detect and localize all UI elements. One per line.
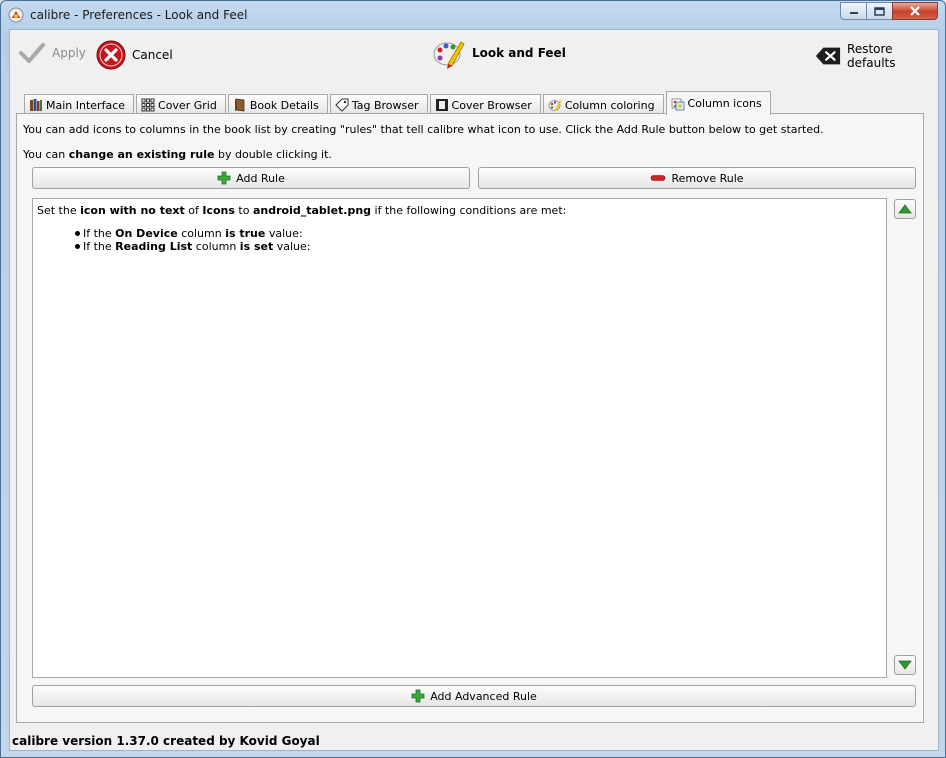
calibre-app-icon — [8, 7, 24, 23]
cover-icon — [435, 99, 448, 111]
condition-text: column — [192, 240, 240, 253]
arrow-down-icon — [898, 660, 912, 670]
cancel-label: Cancel — [132, 48, 173, 62]
edit-hint-bold: change an existing rule — [68, 148, 215, 161]
restore-defaults-label: Restore defaults — [847, 42, 896, 70]
maximize-icon — [874, 6, 885, 16]
tab-bar: Main Interface Cover Grid Book Details T… — [24, 91, 773, 115]
add-advanced-rule-button[interactable]: Add Advanced Rule — [32, 685, 916, 707]
tab-label: Main Interface — [46, 98, 126, 112]
section-header: Look and Feel — [432, 36, 566, 70]
grid-icon — [141, 98, 155, 112]
condition-column: Reading List — [115, 240, 193, 253]
bullet-icon — [75, 231, 80, 236]
edit-hint-text: You can change an existing rule by doubl… — [23, 148, 332, 161]
bullet-icon — [75, 244, 80, 249]
condition-text: If the — [83, 240, 116, 253]
tab-book-details[interactable]: Book Details — [227, 94, 328, 115]
rule-text: of — [184, 204, 203, 217]
condition-text: value: — [265, 227, 303, 240]
remove-rule-button[interactable]: Remove Rule — [478, 167, 916, 189]
tab-column-icons[interactable]: Column icons — [665, 91, 771, 115]
window-title: calibre - Preferences - Look and Feel — [30, 8, 248, 22]
apply-button[interactable]: Apply — [18, 40, 86, 66]
section-title: Look and Feel — [472, 46, 566, 60]
maximize-button[interactable] — [866, 2, 893, 20]
tab-main-interface[interactable]: Main Interface — [24, 94, 135, 115]
tab-cover-browser[interactable]: Cover Browser — [429, 94, 541, 115]
image-icon — [671, 98, 684, 110]
tab-label: Column icons — [687, 97, 762, 110]
tab-tag-browser[interactable]: Tag Browser — [329, 94, 428, 115]
rule-condition: If the Reading List column is set value: — [75, 240, 882, 253]
condition-text: If the — [83, 227, 116, 240]
edit-hint-post: by double clicking it. — [214, 148, 332, 161]
remove-rule-label: Remove Rule — [671, 171, 744, 185]
cancel-button[interactable]: Cancel — [96, 40, 173, 70]
tab-label: Column coloring — [564, 98, 655, 112]
rule-condition: If the On Device column is true value: — [75, 227, 882, 240]
rule-conditions: If the On Device column is true value: I… — [75, 227, 882, 253]
tab-label: Cover Grid — [158, 98, 217, 112]
tag-icon — [335, 98, 349, 112]
books-icon — [30, 99, 42, 111]
rule-column: Icons — [202, 204, 235, 217]
move-rule-up-button[interactable] — [894, 199, 916, 219]
book-icon — [234, 98, 245, 112]
tab-column-coloring[interactable]: Column coloring — [542, 94, 664, 115]
rule-item[interactable]: Set the icon with no text of Icons to an… — [37, 204, 882, 253]
rule-text: if the following conditions are met: — [371, 204, 567, 217]
checkmark-icon — [19, 43, 45, 63]
look-and-feel-icon — [433, 41, 465, 69]
arrow-up-icon — [898, 204, 912, 214]
rule-icon-file: android_tablet.png — [252, 204, 372, 217]
version-status: calibre version 1.37.0 created by Kovid … — [12, 734, 320, 748]
condition-text: column — [177, 227, 226, 240]
preferences-window: calibre - Preferences - Look and Feel Ap… — [0, 0, 946, 758]
minimize-button[interactable] — [840, 2, 867, 20]
palette-icon — [548, 100, 562, 111]
rule-text: Set the — [37, 204, 81, 217]
condition-text: value: — [273, 240, 311, 253]
tab-label: Tag Browser — [351, 98, 419, 112]
close-icon — [910, 6, 920, 16]
apply-label: Apply — [52, 46, 86, 60]
tab-label: Book Details — [249, 98, 319, 112]
clear-left-icon — [815, 47, 841, 65]
rule-kind: icon with no text — [80, 204, 185, 217]
edit-hint-pre: You can — [23, 148, 69, 161]
cancel-icon — [96, 40, 126, 70]
tab-label: Cover Browser — [451, 98, 532, 112]
close-button[interactable] — [892, 2, 938, 20]
rule-text: to — [234, 204, 253, 217]
condition-operator: is set — [239, 240, 274, 253]
add-advanced-rule-label: Add Advanced Rule — [430, 689, 537, 703]
dialog-body: Apply Cancel Look and Feel Restore defau… — [9, 29, 939, 751]
minus-icon — [651, 175, 666, 181]
move-rule-down-button[interactable] — [894, 655, 916, 675]
title-bar[interactable]: calibre - Preferences - Look and Feel — [1, 1, 945, 29]
condition-column: On Device — [115, 227, 178, 240]
condition-operator: is true — [225, 227, 266, 240]
plus-icon — [411, 689, 425, 703]
plus-icon — [217, 171, 231, 185]
add-rule-button[interactable]: Add Rule — [32, 167, 470, 189]
minimize-icon — [849, 12, 858, 14]
tab-cover-grid[interactable]: Cover Grid — [136, 94, 226, 115]
restore-defaults-button[interactable]: Restore defaults — [815, 42, 938, 70]
add-rule-label: Add Rule — [236, 171, 285, 185]
help-text: You can add icons to columns in the book… — [23, 123, 824, 136]
rules-list[interactable]: Set the icon with no text of Icons to an… — [32, 198, 887, 678]
